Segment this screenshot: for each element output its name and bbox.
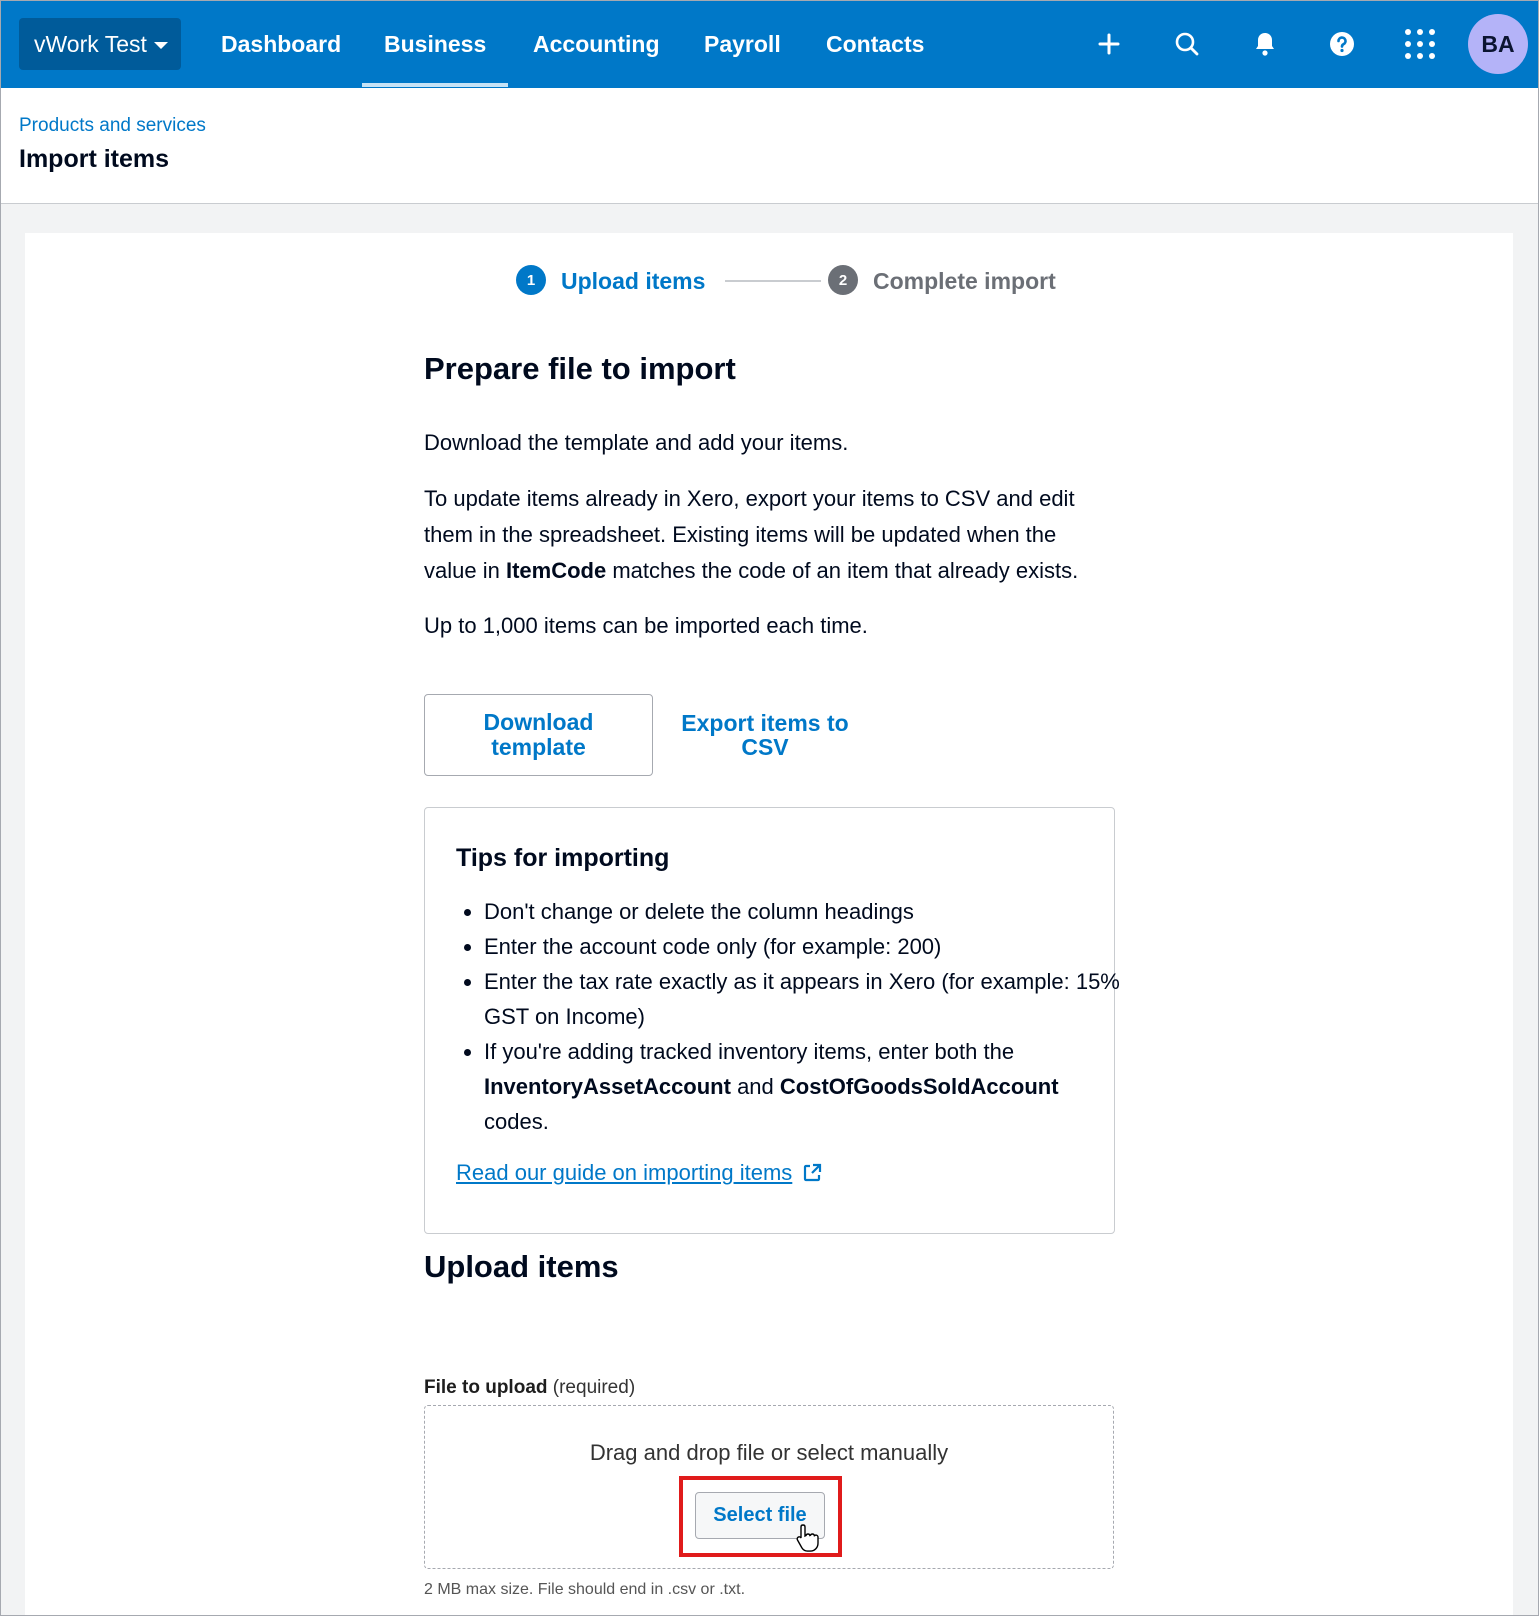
app-window: vWork Test Dashboard Business Accounting… [0,0,1539,1616]
avatar[interactable]: BA [1468,14,1528,74]
page-header: Products and services Import items [1,88,1538,204]
upload-hint: 2 MB max size. File should end in .csv o… [424,1581,746,1598]
nav-tab-label: Payroll [704,30,781,57]
chevron-down-icon [153,42,168,49]
bell-icon[interactable] [1244,23,1286,65]
export-items-csv-button[interactable]: Export items to CSV [670,705,860,765]
inventory-text-part: codes. [484,1109,549,1134]
update-text: To update items already in Xero, export … [424,481,1104,589]
search-icon[interactable] [1166,23,1208,65]
update-text-part: matches the code of an item that already… [606,558,1079,583]
org-switcher[interactable]: vWork Test [19,18,181,70]
tips-list: Don't change or delete the column headin… [454,894,1124,1139]
cogs-account-bold: CostOfGoodsSoldAccount [779,1074,1059,1099]
upload-heading: Upload items [424,1249,619,1284]
list-item: If you're adding tracked inventory items… [484,1034,1124,1139]
nav-tab-business[interactable]: Business [362,1,509,87]
list-item: Enter the tax rate exactly as it appears… [484,964,1124,1034]
step-1-label: Upload items [561,268,706,294]
hand-cursor-icon [796,1524,819,1552]
dropzone-text: Drag and drop file or select manually [589,1440,949,1465]
file-dropzone[interactable]: Drag and drop file or select manually Se… [424,1405,1114,1569]
limit-text: Up to 1,000 items can be imported each t… [424,613,868,638]
file-upload-label-text: File to upload [424,1377,548,1398]
list-item: Don't change or delete the column headin… [484,894,1124,929]
required-indicator: (required) [552,1377,636,1398]
avatar-initials: BA [1481,30,1515,57]
nav-tab-label: Accounting [533,30,660,57]
prepare-heading: Prepare file to import [424,351,736,386]
stepper: 1 Upload items 2 Complete import [491,265,1091,297]
import-guide-link[interactable]: Read our guide on importing items [456,1160,822,1186]
guide-link-label: Read our guide on importing items [456,1160,793,1185]
inventory-text-part: If you're adding tracked inventory items… [484,1039,1015,1064]
intro-text: Download the template and add your items… [424,430,849,455]
file-upload-label: File to upload (required) [424,1377,635,1399]
step-2-label: Complete import [873,268,1056,294]
nav-tab-contacts[interactable]: Contacts [826,1,924,87]
inventory-text-part: and [730,1074,780,1099]
inventory-asset-bold: InventoryAssetAccount [484,1074,731,1099]
external-link-icon [804,1163,822,1182]
tips-heading: Tips for importing [456,844,670,872]
itemcode-bold: ItemCode [505,558,607,583]
plus-icon[interactable] [1088,23,1130,65]
nav-tab-label: Business [384,30,487,57]
nav-tab-label: Dashboard [221,30,342,57]
top-navigation: vWork Test Dashboard Business Accounting… [1,1,1538,89]
help-icon[interactable] [1321,23,1363,65]
breadcrumb-products-and-services[interactable]: Products and services [19,115,206,137]
import-card: 1 Upload items 2 Complete import Prepare… [25,233,1513,1615]
nav-tab-label: Contacts [826,30,925,57]
download-template-button[interactable]: Download template [424,694,653,776]
step-2-number: 2 [828,265,858,295]
apps-grid-icon[interactable] [1399,23,1441,65]
org-name: vWork Test [34,30,147,57]
nav-tab-dashboard[interactable]: Dashboard [221,1,341,87]
step-connector [725,280,821,282]
tips-panel: Tips for importing Don't change or delet… [424,807,1120,1234]
nav-tab-payroll[interactable]: Payroll [704,1,781,87]
page-title: Import items [19,145,170,173]
list-item: Enter the account code only (for example… [484,929,1124,964]
nav-tab-accounting[interactable]: Accounting [533,1,660,87]
step-1-number: 1 [516,265,546,295]
